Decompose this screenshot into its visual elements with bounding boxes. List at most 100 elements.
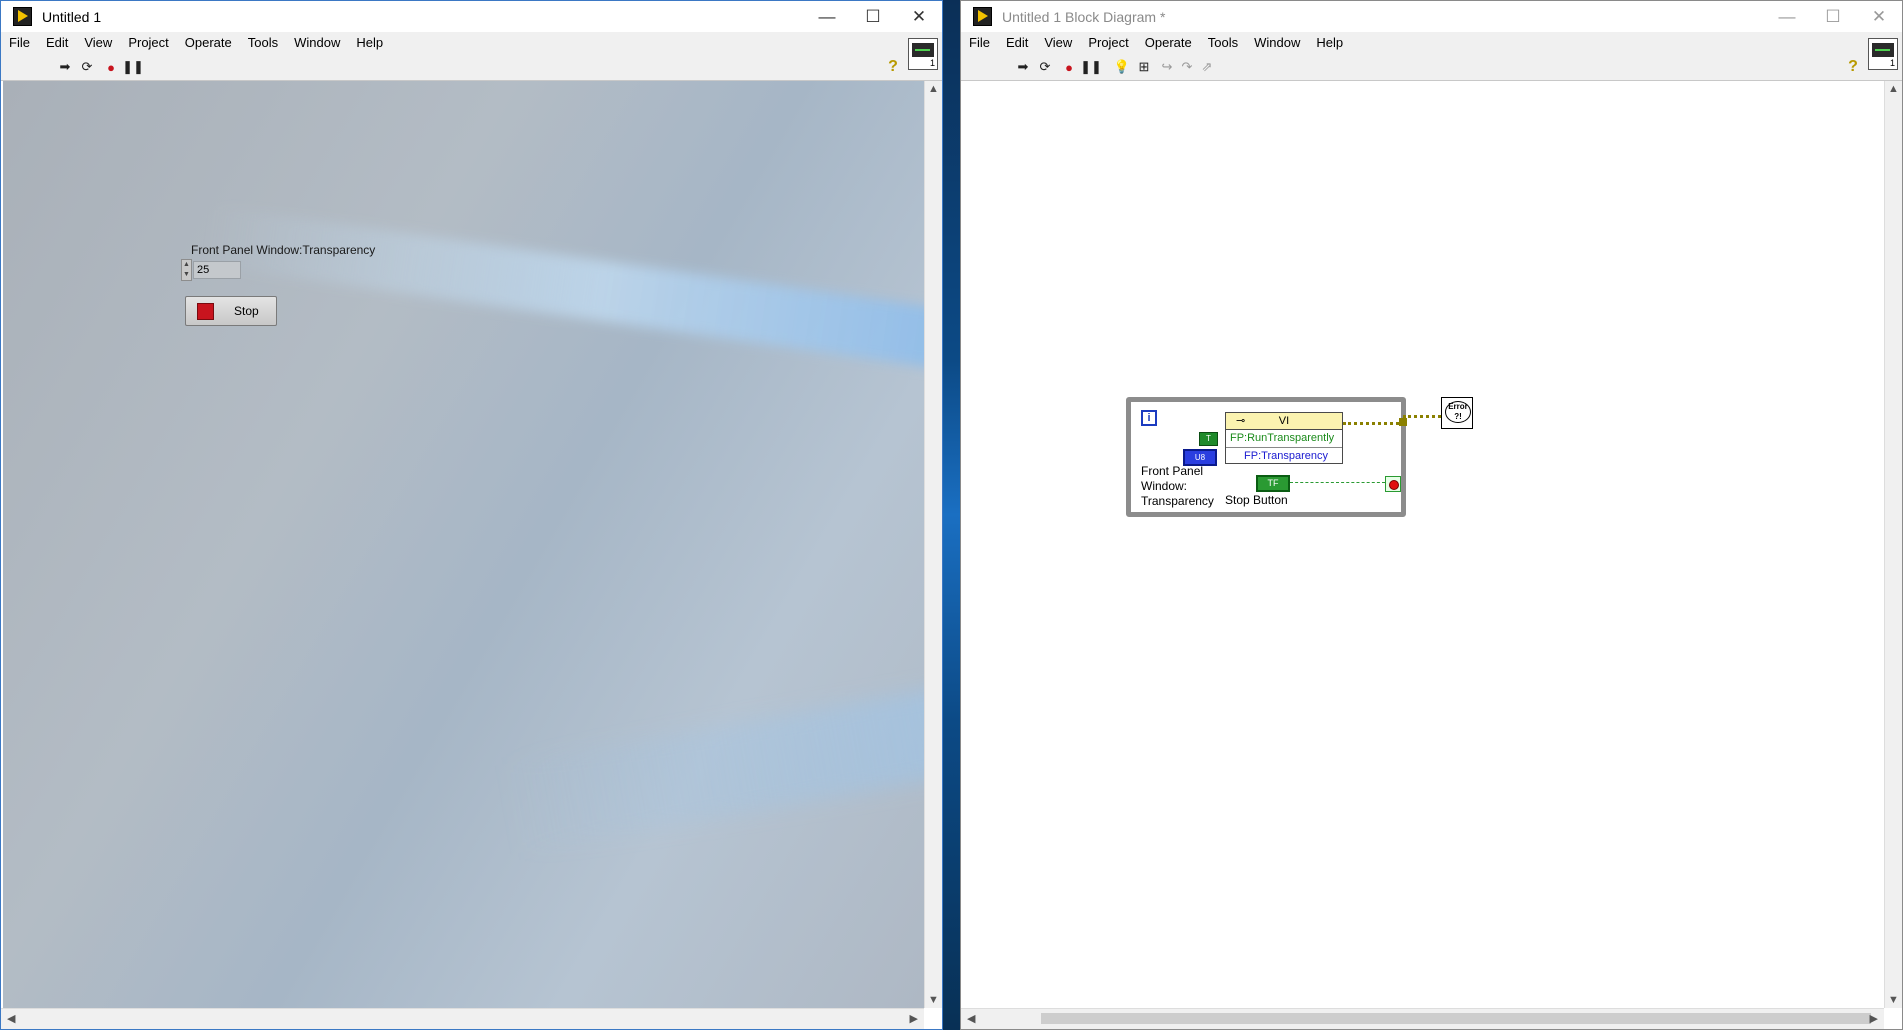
scroll-thumb[interactable] [1041, 1013, 1871, 1024]
run-continuously-icon[interactable]: ⟳ [1037, 59, 1053, 75]
loop-label-line: Transparency [1141, 494, 1214, 508]
scroll-up-icon[interactable]: ▲ [928, 83, 939, 95]
run-continuously-icon[interactable]: ⟳ [79, 59, 95, 75]
abort-icon[interactable]: ● [103, 59, 119, 75]
vi-icon[interactable]: 1 [908, 38, 938, 70]
transparency-numeric-control[interactable]: ▲ ▼ 25 [181, 259, 245, 281]
scroll-down-icon[interactable]: ▼ [928, 994, 939, 1006]
vertical-scrollbar[interactable]: ▲ ▼ [1884, 81, 1902, 1008]
stop-button-terminal[interactable]: TF [1256, 475, 1290, 492]
menu-view[interactable]: View [1036, 32, 1080, 54]
scroll-right-icon[interactable]: ▶ [910, 1012, 918, 1025]
loop-label-line: Front Panel [1141, 464, 1204, 478]
menu-edit[interactable]: Edit [998, 32, 1036, 54]
property-node-header: ⊸ VI [1226, 413, 1342, 430]
pause-icon[interactable]: ❚❚ [122, 59, 144, 75]
menu-bar: File Edit View Project Operate Tools Win… [1, 32, 942, 54]
menu-project[interactable]: Project [120, 32, 176, 54]
step-over-icon[interactable]: ↷ [1179, 59, 1195, 75]
retain-wire-values-icon[interactable]: ⊞ [1136, 59, 1152, 75]
vi-property-node[interactable]: ⊸ VI FP:RunTransparently FP:Transparency [1225, 412, 1343, 464]
scroll-left-icon[interactable]: ◀ [967, 1012, 975, 1025]
stop-button-terminal-label: Stop Button [1225, 493, 1288, 507]
step-out-icon[interactable]: ⇗ [1199, 59, 1215, 75]
window-title: Untitled 1 [42, 8, 102, 25]
abort-icon[interactable]: ● [1061, 59, 1077, 75]
menu-bar: File Edit View Project Operate Tools Win… [961, 32, 1902, 54]
menu-help[interactable]: Help [1308, 32, 1351, 54]
menu-project[interactable]: Project [1080, 32, 1136, 54]
property-transparency[interactable]: FP:Transparency [1226, 448, 1342, 465]
menu-operate[interactable]: Operate [177, 32, 240, 54]
menu-tools[interactable]: Tools [1200, 32, 1246, 54]
close-button[interactable]: ✕ [896, 1, 942, 32]
boolean-wire[interactable] [1290, 482, 1385, 483]
vi-icon[interactable]: 1 [1868, 38, 1898, 70]
toolbar: ➡ ⟳ ● ❚❚ ? [1, 54, 942, 81]
key-icon: ⊸ [1236, 415, 1246, 427]
vi-icon-screen [1872, 43, 1894, 57]
menu-file[interactable]: File [1, 32, 38, 54]
error-wire-out[interactable] [1403, 415, 1441, 418]
minimize-button[interactable]: — [1764, 1, 1810, 32]
stop-led-icon [197, 302, 214, 320]
context-help-icon[interactable]: ? [1845, 58, 1861, 75]
menu-view[interactable]: View [76, 32, 120, 54]
minimize-button[interactable]: — [804, 1, 850, 32]
vi-icon-number: 1 [1889, 58, 1895, 68]
menu-tools[interactable]: Tools [240, 32, 286, 54]
menu-window[interactable]: Window [1246, 32, 1308, 54]
close-button[interactable]: ✕ [1856, 1, 1902, 32]
scroll-up-icon[interactable]: ▲ [1888, 83, 1899, 95]
transparency-control-label: Front Panel Window:Transparency [191, 243, 376, 257]
menu-operate[interactable]: Operate [1137, 32, 1200, 54]
labview-app-icon [973, 7, 992, 26]
stop-button[interactable]: Stop [185, 296, 277, 326]
stop-button-label: Stop [234, 304, 259, 318]
error-wire[interactable] [1343, 422, 1405, 425]
horizontal-scrollbar[interactable]: ◀ ▶ [1, 1008, 924, 1029]
labview-app-icon [13, 7, 32, 26]
scroll-left-icon[interactable]: ◀ [7, 1012, 15, 1025]
menu-window[interactable]: Window [286, 32, 348, 54]
block-diagram-titlebar[interactable]: Untitled 1 Block Diagram * — ☐ ✕ [961, 1, 1902, 32]
front-panel-window: Untitled 1 — ☐ ✕ File Edit View Project … [0, 0, 943, 1030]
simple-error-handler[interactable]: Error ?! [1441, 397, 1473, 429]
run-arrow-icon[interactable]: ➡ [57, 59, 73, 75]
menu-help[interactable]: Help [348, 32, 391, 54]
horizontal-scrollbar[interactable]: ◀ ▶ [961, 1008, 1884, 1029]
front-panel-canvas[interactable]: Front Panel Window:Transparency ▲ ▼ 25 St… [3, 81, 924, 1008]
increment-decrement-icon[interactable]: ▲ ▼ [181, 259, 192, 281]
block-diagram-window: Untitled 1 Block Diagram * — ☐ ✕ File Ed… [960, 0, 1903, 1030]
context-help-icon[interactable]: ? [885, 58, 901, 75]
vi-icon-number: 1 [929, 58, 935, 68]
menu-file[interactable]: File [961, 32, 998, 54]
block-diagram-canvas[interactable]: i T U8 ⊸ VI FP:RunTransparently FP:Trans… [961, 81, 1884, 1008]
front-panel-titlebar[interactable]: Untitled 1 — ☐ ✕ [1, 1, 942, 32]
error-tunnel[interactable] [1399, 418, 1407, 426]
while-loop[interactable]: i T U8 ⊸ VI FP:RunTransparently FP:Trans… [1126, 397, 1407, 517]
scroll-down-icon[interactable]: ▼ [1888, 994, 1899, 1006]
transparency-terminal-label: Front Panel Window: Transparency [1141, 464, 1214, 509]
iteration-terminal[interactable]: i [1141, 410, 1157, 426]
property-run-transparently[interactable]: FP:RunTransparently [1226, 430, 1342, 448]
run-arrow-icon[interactable]: ➡ [1015, 59, 1031, 75]
vi-icon-screen [912, 43, 934, 57]
error-bubble-icon: Error ?! [1445, 401, 1471, 423]
vertical-scrollbar[interactable]: ▲ ▼ [924, 81, 942, 1008]
pause-icon[interactable]: ❚❚ [1080, 59, 1102, 75]
toolbar: ➡ ⟳ ● ❚❚ 💡 ⊞ ↪ ↷ ⇗ ? [961, 54, 1902, 81]
maximize-button[interactable]: ☐ [850, 1, 896, 32]
property-node-class: VI [1278, 415, 1290, 427]
transparency-value-field[interactable]: 25 [193, 261, 241, 279]
highlight-execution-icon[interactable]: 💡 [1114, 59, 1130, 75]
window-title: Untitled 1 Block Diagram * [1002, 8, 1166, 25]
loop-label-line: Window: [1141, 479, 1188, 493]
boolean-true-constant[interactable]: T [1199, 432, 1218, 446]
scroll-right-icon[interactable]: ▶ [1870, 1012, 1878, 1025]
loop-condition-terminal-icon[interactable] [1385, 476, 1401, 492]
desktop-background [943, 0, 960, 1030]
step-into-icon[interactable]: ↪ [1159, 59, 1175, 75]
menu-edit[interactable]: Edit [38, 32, 76, 54]
maximize-button[interactable]: ☐ [1810, 1, 1856, 32]
